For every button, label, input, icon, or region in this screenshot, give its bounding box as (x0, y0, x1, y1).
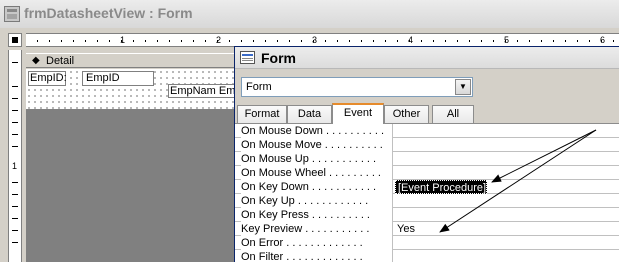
section-arrow-icon: ◆ (32, 55, 40, 66)
ruler-number: 3 (312, 35, 318, 45)
property-name: On Key Down . . . . . . . . . . . (241, 180, 393, 194)
ruler-number: 1 (120, 35, 126, 45)
property-list: On Mouse Down . . . . . . . . . . On Mou… (235, 123, 619, 262)
object-selector-value: Form (246, 81, 272, 93)
property-row-on-key-down[interactable]: On Key Down . . . . . . . . . . . [Event… (235, 180, 619, 194)
property-value[interactable]: Yes (395, 222, 415, 236)
ruler-number: 6 (600, 35, 606, 45)
property-value[interactable] (395, 250, 397, 262)
form-selector-box[interactable] (8, 33, 22, 47)
ruler-number: 5 (504, 35, 510, 45)
property-name: On Error . . . . . . . . . . . . . (241, 236, 393, 250)
vertical-ruler[interactable]: 1 (8, 50, 22, 262)
property-value[interactable] (395, 138, 397, 152)
property-value[interactable] (395, 236, 397, 250)
tab-other[interactable]: Other (384, 105, 429, 124)
property-name: On Mouse Wheel . . . . . . . . . (241, 166, 393, 180)
property-row-on-key-press[interactable]: On Key Press . . . . . . . . . . (235, 208, 619, 222)
form-icon (4, 6, 20, 22)
property-sheet: Form Form ▼ Format Data Event Other All … (234, 46, 619, 262)
form-window-title: frmDatasheetView : Form (24, 5, 193, 21)
property-value-selected[interactable]: [Event Procedure] (395, 180, 488, 194)
property-name: On Mouse Down . . . . . . . . . . (241, 124, 393, 138)
property-row-on-error[interactable]: On Error . . . . . . . . . . . . . (235, 236, 619, 250)
property-row-on-key-up[interactable]: On Key Up . . . . . . . . . . . . (235, 194, 619, 208)
property-row-on-mouse-move[interactable]: On Mouse Move . . . . . . . . . . (235, 138, 619, 152)
property-name: On Key Press . . . . . . . . . . (241, 208, 393, 222)
property-sheet-title: Form (261, 50, 296, 66)
property-value[interactable] (395, 194, 397, 208)
properties-icon (240, 51, 255, 64)
tab-event[interactable]: Event (332, 103, 384, 124)
property-name: On Mouse Move . . . . . . . . . . (241, 138, 393, 152)
property-name: On Mouse Up . . . . . . . . . . . (241, 152, 393, 166)
property-value[interactable] (395, 166, 397, 180)
object-selector[interactable]: Form ▼ (241, 77, 473, 97)
property-name: On Filter . . . . . . . . . . . . . (241, 250, 393, 262)
chevron-down-icon[interactable]: ▼ (455, 79, 471, 95)
section-label: Detail (46, 55, 75, 67)
form-window-titlebar: frmDatasheetView : Form (0, 0, 619, 28)
property-row-on-filter[interactable]: On Filter . . . . . . . . . . . . . (235, 250, 619, 262)
property-name: Key Preview . . . . . . . . . . . (241, 222, 393, 236)
property-row-on-mouse-down[interactable]: On Mouse Down . . . . . . . . . . (235, 124, 619, 138)
horizontal-ruler[interactable] (26, 33, 619, 47)
property-value[interactable] (395, 124, 397, 138)
ruler-number: 1 (12, 161, 18, 171)
tab-data[interactable]: Data (287, 105, 332, 124)
empid-textbox-control[interactable]: EmpID (82, 71, 154, 86)
empid-label-control[interactable]: EmpID: (28, 71, 67, 86)
property-name: On Key Up . . . . . . . . . . . . (241, 194, 393, 208)
property-value[interactable] (395, 208, 397, 222)
property-row-on-mouse-up[interactable]: On Mouse Up . . . . . . . . . . . (235, 152, 619, 166)
property-sheet-titlebar[interactable]: Form (235, 47, 619, 69)
ruler-number: 2 (216, 35, 222, 45)
empname-label-control[interactable]: EmpNam EmpN (168, 84, 238, 98)
property-row-on-mouse-wheel[interactable]: On Mouse Wheel . . . . . . . . . (235, 166, 619, 180)
ruler-number: 4 (408, 35, 414, 45)
property-value[interactable] (395, 152, 397, 166)
property-row-key-preview[interactable]: Key Preview . . . . . . . . . . . Yes (235, 222, 619, 236)
tab-all[interactable]: All (432, 105, 474, 124)
tab-format[interactable]: Format (237, 105, 287, 124)
